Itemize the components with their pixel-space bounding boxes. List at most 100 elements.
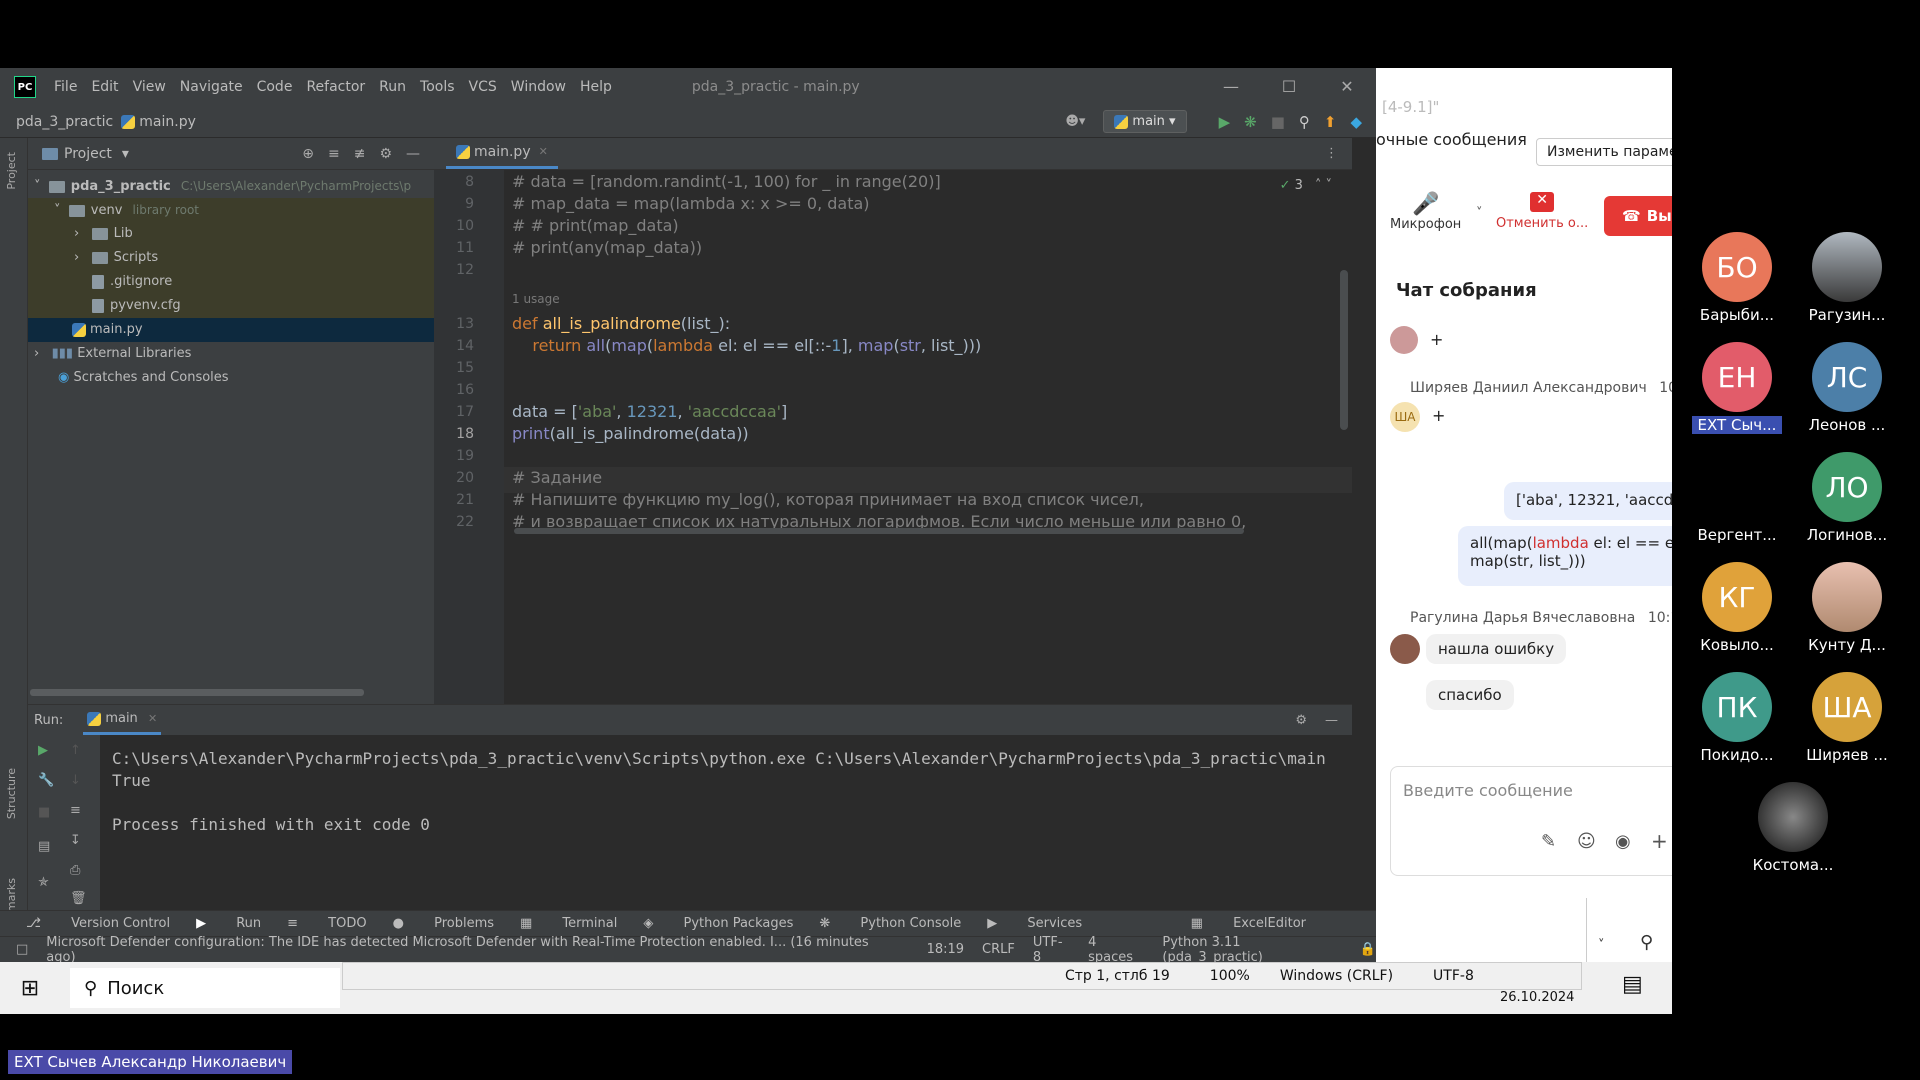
code-area[interactable]: ✓ 3 ˄ ˅ 1 usage 8 # data = [random.randint…: [434, 170, 1352, 704]
participant-tile[interactable]: Вергент...: [1682, 452, 1792, 544]
file-encoding[interactable]: UTF-8: [1033, 935, 1070, 963]
tree-item-external-libraries[interactable]: › ▮▮▮ External Libraries: [28, 342, 434, 366]
format-icon[interactable]: ✎: [1541, 831, 1556, 852]
run-config-select[interactable]: main ▾: [1103, 110, 1187, 133]
tree-item-scripts[interactable]: › Scripts: [28, 246, 434, 270]
editor-vertical-scrollbar[interactable]: [1340, 270, 1348, 430]
gear-icon[interactable]: ⚙: [379, 146, 392, 162]
breadcrumb-project[interactable]: pda_3_practic: [16, 114, 113, 130]
menu-tools[interactable]: Tools: [420, 79, 455, 95]
trash-icon[interactable]: 🗑: [70, 891, 87, 906]
close-icon[interactable]: ✕: [148, 712, 157, 725]
rerun-icon[interactable]: ▶: [38, 743, 48, 758]
taskbar-search[interactable]: ⚲ Поиск: [70, 968, 340, 1008]
expand-all-icon[interactable]: ≡: [328, 146, 340, 162]
collapse-all-icon[interactable]: ≢: [354, 146, 366, 162]
participant-tile[interactable]: ЕН EXT Сыч...: [1682, 342, 1792, 434]
participant-tile[interactable]: ПК Покидо...: [1682, 672, 1792, 764]
structure-tool-tab[interactable]: Structure: [5, 768, 18, 819]
plugins-icon[interactable]: ◆: [1350, 113, 1362, 131]
editor-tab-main[interactable]: main.py ✕: [446, 137, 558, 169]
menu-refactor[interactable]: Refactor: [306, 79, 365, 95]
locate-icon[interactable]: ⊕: [302, 146, 314, 162]
tool-python-packages[interactable]: ◈ Python Packages: [643, 916, 793, 931]
more-icon[interactable]: ⋮: [1325, 146, 1338, 161]
participant-tile[interactable]: Костома...: [1738, 782, 1848, 874]
participant-tile[interactable]: ША Ширяев ...: [1792, 672, 1902, 764]
zoom-out-icon[interactable]: ⚲: [1640, 932, 1653, 953]
layout-icon[interactable]: □: [16, 942, 28, 957]
tree-item-root[interactable]: ˅ pda_3_practic C:\Users\Alexander\Pycha…: [28, 174, 434, 198]
minimize-icon[interactable]: —: [1202, 68, 1260, 106]
change-settings-button[interactable]: Изменить парамет: [1536, 138, 1672, 166]
tool-problems[interactable]: ● Problems: [393, 916, 494, 931]
update-icon[interactable]: ⬆: [1324, 113, 1337, 131]
down-icon[interactable]: ↓: [70, 773, 81, 788]
tool-version-control[interactable]: ⎇ Version Control: [26, 916, 170, 931]
tool-services[interactable]: ▶ Services: [987, 916, 1082, 931]
chevron-down-icon[interactable]: ▾: [122, 146, 129, 162]
tool-terminal[interactable]: ▦ Terminal: [520, 916, 617, 931]
up-icon[interactable]: ↑: [70, 743, 81, 758]
attach-icon[interactable]: +: [1651, 829, 1668, 853]
inspection-widget[interactable]: ✓ 3 ˄ ˅: [1280, 178, 1332, 193]
menu-file[interactable]: File: [54, 79, 77, 95]
close-icon[interactable]: ✕: [1318, 68, 1376, 106]
menu-navigate[interactable]: Navigate: [180, 79, 243, 95]
run-tab-main[interactable]: main ✕: [83, 705, 162, 735]
stop-icon[interactable]: ■: [38, 805, 50, 820]
tool-todo[interactable]: ≡ TODO: [287, 916, 366, 931]
tool-run[interactable]: ▶ Run: [196, 916, 261, 931]
emoji-icon[interactable]: ☺: [1577, 831, 1596, 852]
run-icon[interactable]: ▶: [1219, 113, 1231, 131]
participant-tile[interactable]: Рагузин...: [1792, 232, 1902, 324]
project-view-label[interactable]: Project: [64, 146, 112, 162]
sticker-icon[interactable]: ◉: [1615, 831, 1631, 852]
tree-item-lib[interactable]: › Lib: [28, 222, 434, 246]
caret-position[interactable]: 18:19: [927, 942, 964, 957]
usage-hint[interactable]: 1 usage: [512, 292, 560, 306]
user-icon[interactable]: ☻▾: [1065, 114, 1085, 129]
tree-item-pyvenv[interactable]: pyvenv.cfg: [28, 294, 434, 318]
menu-vcs[interactable]: VCS: [469, 79, 497, 95]
participant-tile[interactable]: Кунту Д...: [1792, 562, 1902, 654]
menu-run[interactable]: Run: [379, 79, 406, 95]
participant-tile[interactable]: КГ Ковыло...: [1682, 562, 1792, 654]
tree-item-venv[interactable]: ˅ venv library root: [28, 198, 434, 222]
scroll-end-icon[interactable]: ↧: [70, 833, 81, 848]
pin-icon[interactable]: ✯: [38, 875, 49, 890]
microphone-button[interactable]: 🎤 Микрофон: [1390, 192, 1461, 232]
windows-start-icon[interactable]: ⊞: [0, 976, 60, 1001]
message-input[interactable]: Введите сообщение: [1403, 781, 1573, 800]
participant-tile[interactable]: ЛС Леонов ...: [1792, 342, 1902, 434]
menu-help[interactable]: Help: [580, 79, 612, 95]
menu-edit[interactable]: Edit: [91, 79, 118, 95]
close-icon[interactable]: ✕: [539, 145, 548, 158]
tree-item-scratches[interactable]: ◉ Scratches and Consoles: [28, 366, 434, 390]
horizontal-scrollbar[interactable]: [30, 689, 364, 696]
debug-icon[interactable]: ❋: [1244, 113, 1257, 131]
chevron-down-icon[interactable]: ˅: [1598, 938, 1605, 953]
leave-button[interactable]: ☎ Вы: [1604, 196, 1672, 236]
cancel-button[interactable]: ✕ Отменить о...: [1496, 192, 1588, 231]
add-reaction-icon[interactable]: +: [1432, 406, 1445, 425]
search-icon[interactable]: ⚲: [1299, 113, 1310, 131]
breadcrumb-file[interactable]: main.py: [121, 114, 196, 130]
notifications-icon[interactable]: ▤: [1622, 972, 1643, 997]
gear-icon[interactable]: ⚙: [1295, 713, 1307, 728]
wrench-icon[interactable]: 🔧: [38, 773, 54, 788]
hide-icon[interactable]: —: [406, 146, 420, 162]
tool-python-console[interactable]: ❋ Python Console: [819, 916, 961, 931]
menu-view[interactable]: View: [133, 79, 166, 95]
indent-setting[interactable]: 4 spaces: [1088, 935, 1144, 963]
participant-tile[interactable]: БО Барыби...: [1682, 232, 1792, 324]
menu-code[interactable]: Code: [257, 79, 293, 95]
tool-excel-editor[interactable]: ▦ ExcelEditor: [1191, 916, 1306, 931]
participant-tile[interactable]: ЛО Логинов...: [1792, 452, 1902, 544]
hide-icon[interactable]: —: [1325, 713, 1338, 728]
project-tool-tab[interactable]: Project: [5, 152, 18, 190]
layout-icon[interactable]: ▤: [38, 839, 50, 854]
line-separator[interactable]: CRLF: [982, 942, 1015, 957]
editor-horizontal-scrollbar[interactable]: [514, 528, 1244, 534]
soft-wrap-icon[interactable]: ≡: [70, 803, 81, 818]
